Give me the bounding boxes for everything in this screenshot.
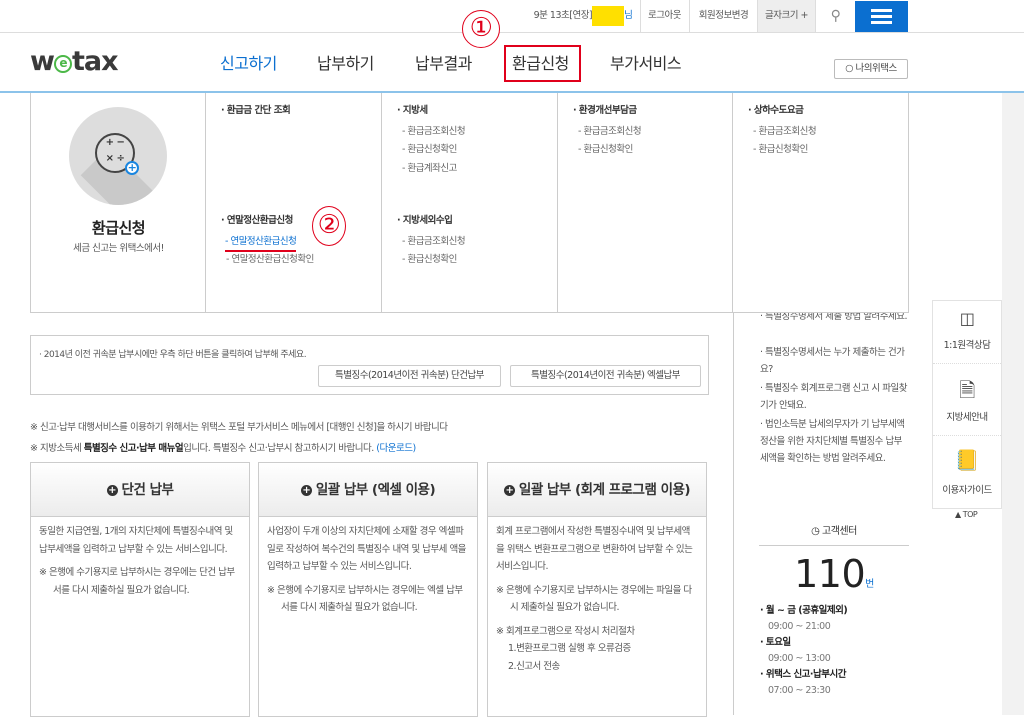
menu-column-4: · 상하수도요금 - 환급금조회신청 - 환급신청확인 (732, 93, 908, 312)
top-utility-bar: 9분 13초[연장] x 님 로그아웃 회원정보변경 글자크기 + ⚲ (0, 0, 1024, 33)
search-icon[interactable]: ⚲ (815, 0, 855, 32)
manual-notice: ※ 지방소득세 특별징수 신고·납부 매뉴얼입니다. 특별징수 신고·납부시 참… (30, 443, 416, 454)
nav-payment-result[interactable]: 납부결과 (415, 50, 472, 74)
card-accounting-program-payment[interactable]: + 일괄 납부 (회계 프로그램 이용) 회계 프로그램에서 작성한 특별징수내역… (487, 462, 707, 717)
mega-title: 환급신청 (91, 219, 146, 237)
menu-item[interactable]: - 환급금조회신청 (402, 123, 466, 137)
center-hours: · 월 ~ 금 (공휴일제외) 09:00 ~ 21:00 · 토요일 09:0… (760, 605, 848, 696)
menu-item[interactable]: - 환급신청확인 (402, 251, 457, 265)
menu-item[interactable]: - 환급금조회신청 (753, 123, 817, 137)
menu-item-year-end-refund[interactable]: - 연말정산환급신청 (225, 233, 297, 252)
menu-heading[interactable]: · 지방세 (397, 102, 428, 116)
plus-circle-icon: + (106, 485, 118, 496)
plus-circle-icon: + (300, 485, 312, 496)
nav-extra-services[interactable]: 부가서비스 (610, 50, 682, 74)
single-payment-2014-button[interactable]: 특별징수(2014년이전 귀속분) 단건납부 (318, 365, 501, 387)
redacted-username: x (592, 5, 625, 26)
card-single-payment[interactable]: + 단건 납부 동일한 지급연월, 1개의 자치단체에 특별징수내역 및 납부세액… (30, 462, 250, 717)
menu-column-3: · 환경개선부담금 - 환급금조회신청 - 환급신청확인 (557, 93, 733, 312)
wetax-logo[interactable]: w e tax (30, 46, 118, 77)
menu-item[interactable]: - 환급계좌신고 (402, 160, 457, 174)
history-icon: ◷ (811, 526, 820, 537)
faq-item[interactable]: · 특별징수 회계프로그램 신고 시 파일찾기가 안돼요. (760, 380, 910, 414)
annotation-1: ① (462, 10, 500, 48)
menu-heading[interactable]: · 연말정산환급신청 (221, 212, 293, 226)
calculator-icon: + − × ÷ + (69, 107, 167, 205)
menu-heading[interactable]: · 환경개선부담금 (573, 102, 637, 116)
quick-local-tax-guide[interactable]: 🗎 지방세안내 (933, 364, 1001, 436)
download-link[interactable]: (다운로드) (376, 443, 416, 454)
top-button[interactable]: ▲ TOP (955, 510, 978, 519)
refund-mega-menu: + − × ÷ + 환급신청 세금 신고는 위택스에서! · 환급금 간단 조회 … (30, 93, 909, 313)
member-edit-button[interactable]: 회원정보변경 (689, 0, 757, 32)
hamburger-menu-icon[interactable] (855, 1, 908, 32)
my-wetax-button[interactable]: ○ 나의위택스 (834, 59, 908, 79)
menu-heading[interactable]: · 상하수도요금 (748, 102, 804, 116)
notice-box: · 2014년 이전 귀속분 납부시에만 우측 하단 버튼을 클릭하여 납부해 … (30, 335, 709, 395)
nav-payment[interactable]: 납부하기 (317, 50, 374, 74)
annotation-box (504, 45, 581, 82)
menu-column-1: · 환급금 간단 조회 · 연말정산환급신청 - 연말정산환급신청 - 연말정산… (205, 93, 381, 312)
page-background (1002, 93, 1024, 715)
session-timer: 9분 13초[연장] x 님 (527, 0, 639, 32)
mega-subtitle: 세금 신고는 위택스에서! (73, 243, 164, 254)
menu-item[interactable]: - 환급신청확인 (578, 141, 633, 155)
menu-heading[interactable]: · 환급금 간단 조회 (221, 102, 291, 116)
menu-item[interactable]: - 환급신청확인 (402, 141, 457, 155)
nav-report[interactable]: 신고하기 (220, 50, 277, 74)
agent-notice: ※ 신고·납부 대행서비스를 이용하기 위해서는 위택스 포털 부가서비스 메뉴… (30, 422, 448, 433)
notice-text: · 2014년 이전 귀속분 납부시에만 우측 하단 버튼을 클릭하여 납부해 … (39, 350, 307, 360)
font-size-button[interactable]: 글자크기 + (757, 0, 815, 32)
arrow-up-circle-icon: ▲ (955, 510, 961, 519)
customer-center-number: 110번 (794, 552, 874, 596)
customer-center-title: ◷ 고객센터 (759, 522, 909, 546)
menu-column-2: · 지방세 - 환급금조회신청 - 환급신청확인 - 환급계좌신고 · 지방세외… (381, 93, 557, 312)
logout-button[interactable]: 로그아웃 (640, 0, 688, 32)
menu-item[interactable]: - 환급금조회신청 (402, 233, 466, 247)
right-info-column: · 특별징수명세서 제출 방법 알려주세요. · 특별징수명세서는 누가 제출하… (733, 311, 932, 715)
menu-item[interactable]: - 연말정산환급신청확인 (226, 251, 314, 265)
quick-menu: ◫ 1:1원격상담 🗎 지방세안내 📒 이용자가이드 (932, 300, 1002, 509)
notebook-icon: 📒 (954, 448, 980, 472)
menu-heading[interactable]: · 지방세외수입 (397, 212, 453, 226)
plus-circle-icon: + (503, 485, 515, 496)
excel-payment-2014-button[interactable]: 특별징수(2014년이전 귀속분) 엑셀납부 (510, 365, 701, 387)
remote-support-icon: ◫ (959, 309, 975, 328)
faq-item[interactable]: · 법인소득분 납세의무자가 기 납부세액 정산을 위한 자치단체별 특별징수 … (760, 416, 910, 467)
menu-item[interactable]: - 환급신청확인 (753, 141, 808, 155)
menu-item[interactable]: - 환급금조회신청 (578, 123, 642, 137)
annotation-2: ② (312, 206, 346, 246)
faq-item[interactable]: · 특별징수명세서는 누가 제출하는 건가요? (760, 344, 910, 378)
card-excel-payment[interactable]: + 일괄 납부 (엑셀 이용) 사업장이 두개 이상의 자치단체에 소재할 경우 … (258, 462, 478, 717)
document-search-icon: 🗎 (959, 378, 975, 402)
quick-remote-support[interactable]: ◫ 1:1원격상담 (933, 301, 1001, 364)
quick-user-guide[interactable]: 📒 이용자가이드 (933, 436, 1001, 508)
